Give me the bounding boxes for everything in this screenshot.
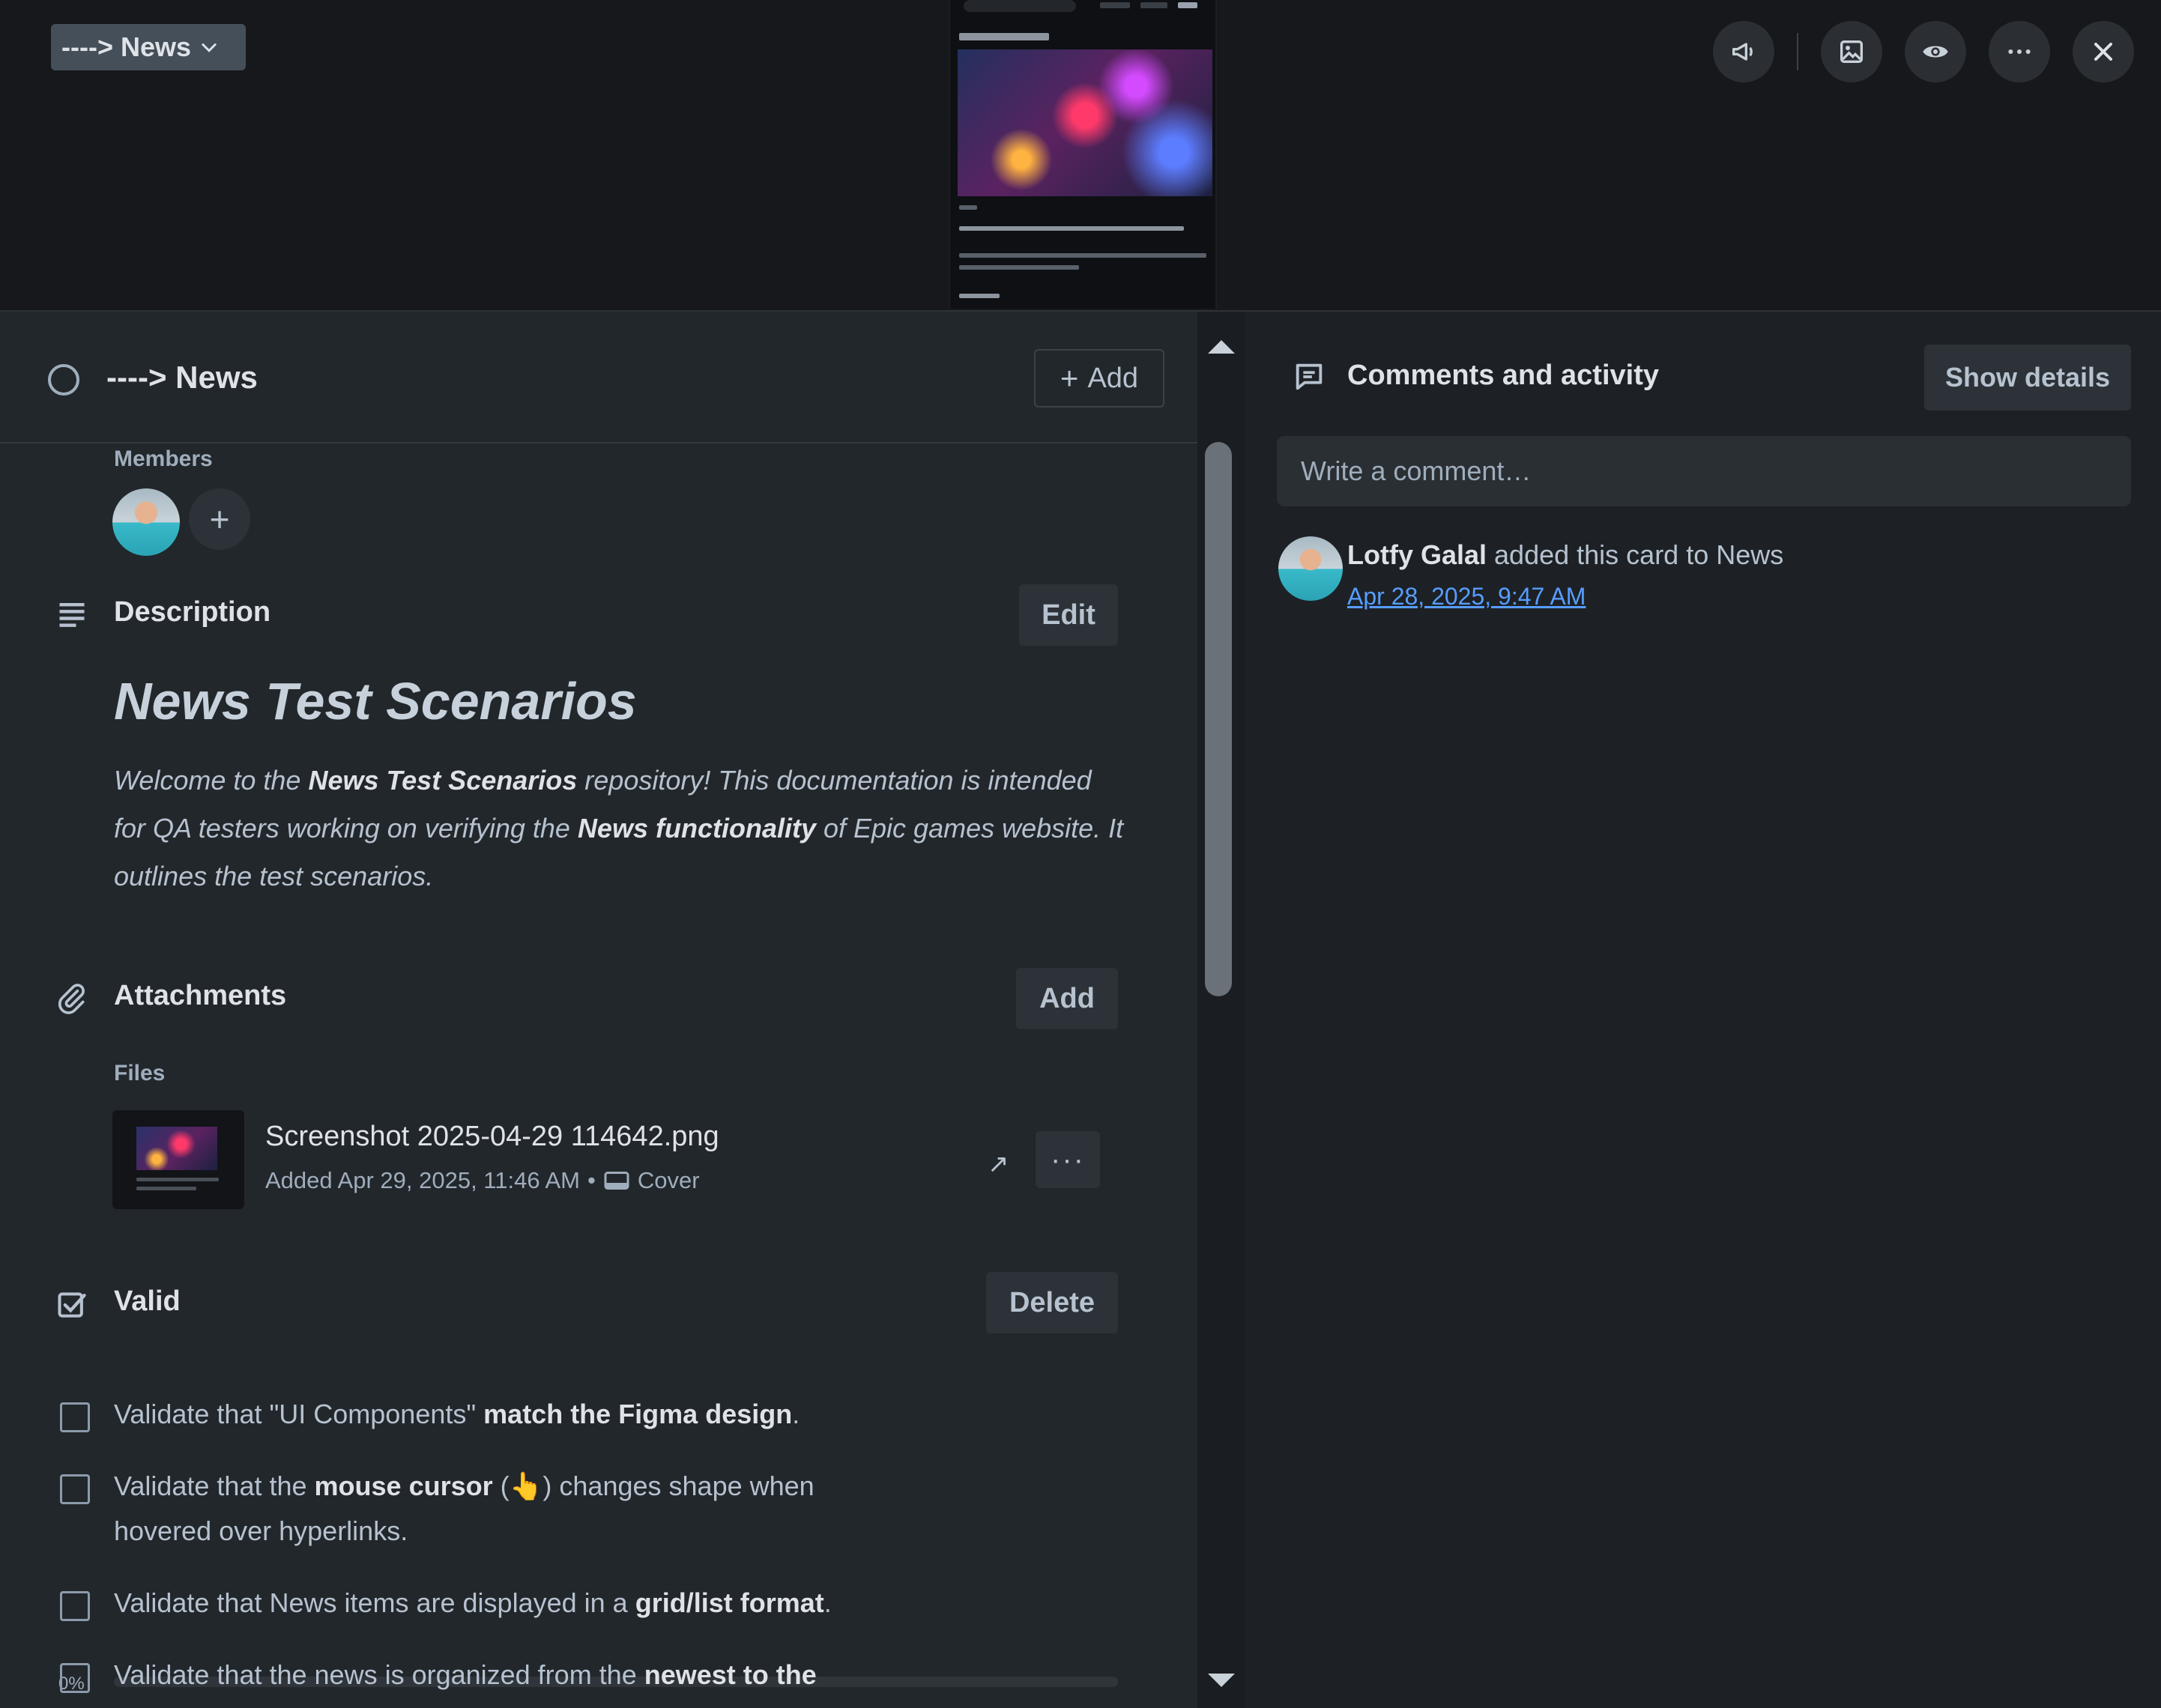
checkbox[interactable] — [60, 1474, 90, 1504]
complete-toggle-icon[interactable] — [48, 364, 79, 396]
checkbox[interactable] — [60, 1402, 90, 1432]
edit-description-button[interactable]: Edit — [1019, 584, 1118, 646]
desc-text-1: Welcome to the — [114, 765, 309, 796]
attachment-thumbnail[interactable] — [112, 1110, 244, 1209]
checklist-item-text[interactable]: Validate that the news is organized from… — [114, 1653, 1088, 1698]
activity-panel: Comments and activity Show details Write… — [1245, 312, 2161, 1708]
add-button-label: Add — [1087, 362, 1139, 394]
card-cover: ----> News — [0, 0, 2161, 312]
megaphone-button[interactable] — [1713, 21, 1774, 82]
members-label: Members — [114, 446, 213, 471]
comment-input[interactable]: Write a comment… — [1277, 436, 2131, 506]
plus-icon: + — [1060, 360, 1079, 396]
comment-icon — [1296, 363, 1323, 390]
card-main: ----> News + Add Members + Description E… — [0, 312, 1197, 1708]
eye-icon — [1923, 46, 1948, 58]
card-actions — [1713, 21, 2134, 82]
more-button[interactable] — [1989, 21, 2050, 82]
card-header: ----> News + Add — [0, 312, 1197, 443]
close-icon — [2094, 43, 2112, 61]
list-selector[interactable]: ----> News — [51, 24, 246, 70]
attachment-meta: Added Apr 29, 2025, 11:46 AM • Cover — [265, 1167, 700, 1194]
item-text: Validate that News items are displayed i… — [114, 1587, 635, 1618]
item-bold: mouse cursor — [314, 1471, 493, 1501]
cover-image — [949, 0, 1217, 309]
list-selector-label: ----> News — [61, 31, 192, 62]
item-text: . — [823, 1587, 832, 1618]
checklist-item-text[interactable]: Validate that "UI Components" match the … — [114, 1392, 863, 1437]
desc-bold-1: News Test Scenarios — [308, 765, 578, 796]
activity-user[interactable]: Lotfy Galal — [1347, 539, 1487, 570]
desc-bold-2: News functionality — [577, 813, 816, 844]
watch-button[interactable] — [1905, 21, 1966, 82]
image-icon — [1840, 40, 1863, 63]
show-details-button[interactable]: Show details — [1924, 345, 2131, 411]
item-text: Validate that the news is organized from… — [114, 1659, 644, 1690]
item-bold: grid/list format — [635, 1587, 824, 1618]
activity-entry: Lotfy Galal added this card to News — [1347, 539, 1783, 571]
card-title[interactable]: ----> News — [106, 360, 258, 396]
item-text: Validate that "UI Components" — [114, 1399, 484, 1429]
open-external-icon[interactable]: ↗ — [988, 1149, 1009, 1179]
scroll-down-arrow-icon[interactable] — [1208, 1674, 1235, 1687]
activity-date-link[interactable]: Apr 28, 2025, 9:47 AM — [1347, 583, 1586, 611]
add-attachment-button[interactable]: Add — [1016, 968, 1118, 1029]
attachment-added: Added Apr 29, 2025, 11:46 AM — [265, 1167, 580, 1193]
attachment-name[interactable]: Screenshot 2025-04-29 114642.png — [265, 1121, 719, 1153]
paperclip-icon — [58, 984, 85, 1014]
cover-image-button[interactable] — [1821, 21, 1882, 82]
description-title: News Test Scenarios — [114, 672, 637, 730]
avatar[interactable] — [1278, 536, 1343, 601]
more-icon — [2008, 49, 2031, 54]
attachment-more-button[interactable]: ··· — [1036, 1131, 1100, 1188]
description-heading: Description — [114, 596, 271, 628]
scroll-up-arrow-icon[interactable] — [1208, 340, 1235, 354]
cover-icon — [604, 1172, 629, 1190]
item-bold: match the Figma design — [483, 1399, 793, 1429]
divider — [1797, 33, 1798, 70]
add-member-button[interactable]: + — [189, 488, 250, 550]
avatar[interactable] — [112, 488, 180, 556]
megaphone-icon — [1732, 43, 1753, 61]
files-label: Files — [114, 1061, 166, 1085]
checkbox[interactable] — [60, 1663, 90, 1693]
checklist-icon — [58, 1292, 86, 1318]
delete-checklist-button[interactable]: Delete — [986, 1272, 1118, 1333]
item-text: Validate that the — [114, 1471, 315, 1501]
activity-action: added this card to News — [1487, 539, 1784, 570]
add-button[interactable]: + Add — [1034, 349, 1164, 408]
cover-label[interactable]: Cover — [638, 1167, 700, 1194]
item-text: . — [792, 1399, 800, 1429]
checklist-item-text[interactable]: Validate that the mouse cursor (👆) chang… — [114, 1464, 863, 1554]
checklist-heading: Valid — [114, 1285, 181, 1317]
description-text[interactable]: Welcome to the News Test Scenarios repos… — [114, 757, 1125, 900]
description-icon — [59, 602, 85, 627]
close-button[interactable] — [2073, 21, 2134, 82]
activity-title: Comments and activity — [1347, 360, 1659, 391]
item-bold: newest to the — [644, 1659, 817, 1690]
attachments-heading: Attachments — [114, 980, 287, 1011]
scrollbar-thumb[interactable] — [1205, 442, 1232, 996]
checkbox[interactable] — [60, 1591, 90, 1621]
checklist-item-text[interactable]: Validate that News items are displayed i… — [114, 1581, 1088, 1626]
chevron-down-icon — [202, 43, 217, 52]
scrollbar[interactable] — [1197, 312, 1245, 1708]
meta-separator: • — [587, 1167, 596, 1193]
